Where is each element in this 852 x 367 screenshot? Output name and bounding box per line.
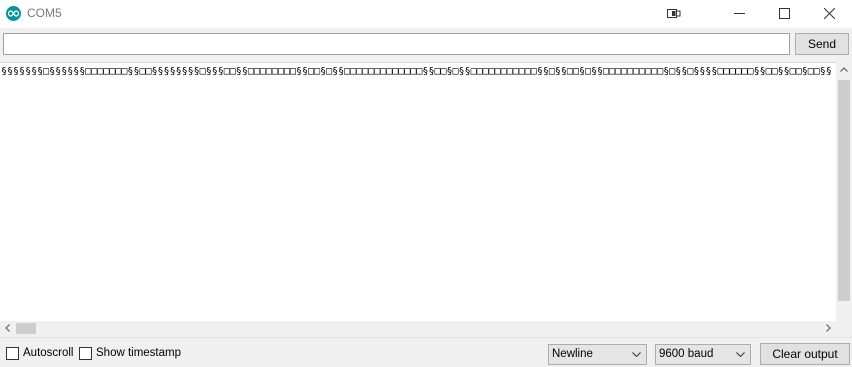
show-timestamp-checkbox[interactable] xyxy=(79,347,92,360)
line-ending-value: Newline xyxy=(552,348,593,360)
send-button[interactable]: Send xyxy=(795,33,849,55)
show-timestamp-label[interactable]: Show timestamp xyxy=(96,347,181,359)
close-icon xyxy=(824,8,835,19)
chevron-left-icon xyxy=(5,324,10,332)
scroll-down-button[interactable] xyxy=(836,304,852,321)
scroll-left-button[interactable] xyxy=(0,321,16,336)
connection-icon[interactable] xyxy=(650,0,696,28)
serial-output-area[interactable]: §§§§§§§□§§§§§§□□□□□□□§§□□§§§§§§§§□§§§□□§… xyxy=(0,62,836,321)
minimize-icon xyxy=(734,13,745,14)
scroll-right-button[interactable] xyxy=(820,321,836,336)
scroll-corner xyxy=(836,321,852,336)
send-row: Send xyxy=(0,28,852,60)
serial-output-text: §§§§§§§□§§§§§§□□□□□□□§§□□§§§§§§§§□§§§□□§… xyxy=(1,66,832,77)
scroll-up-button[interactable] xyxy=(836,62,852,79)
chevron-right-icon xyxy=(826,324,831,332)
minimize-button[interactable] xyxy=(717,0,763,28)
maximize-icon xyxy=(779,8,790,19)
chevron-down-icon xyxy=(632,352,641,357)
chevron-up-icon xyxy=(840,67,848,72)
horizontal-scroll-thumb[interactable] xyxy=(16,323,36,334)
window-title: COM5 xyxy=(27,6,62,20)
baud-rate-select[interactable]: 9600 baud xyxy=(655,344,751,365)
vertical-scrollbar[interactable] xyxy=(836,62,852,321)
close-button[interactable] xyxy=(807,0,852,28)
vertical-scroll-thumb[interactable] xyxy=(838,80,850,301)
baud-rate-value: 9600 baud xyxy=(659,348,714,360)
title-bar: COM5 xyxy=(0,0,852,28)
serial-send-input[interactable] xyxy=(3,33,790,55)
maximize-button[interactable] xyxy=(762,0,808,28)
line-ending-select[interactable]: Newline xyxy=(548,344,647,365)
autoscroll-label[interactable]: Autoscroll xyxy=(23,347,74,359)
autoscroll-checkbox[interactable] xyxy=(6,347,19,360)
bottom-toolbar: Autoscroll Show timestamp Newline 9600 b… xyxy=(0,337,852,367)
arduino-icon xyxy=(6,6,21,21)
chevron-down-icon xyxy=(736,352,745,357)
clear-output-button[interactable]: Clear output xyxy=(760,343,850,365)
horizontal-scrollbar[interactable] xyxy=(0,321,836,336)
